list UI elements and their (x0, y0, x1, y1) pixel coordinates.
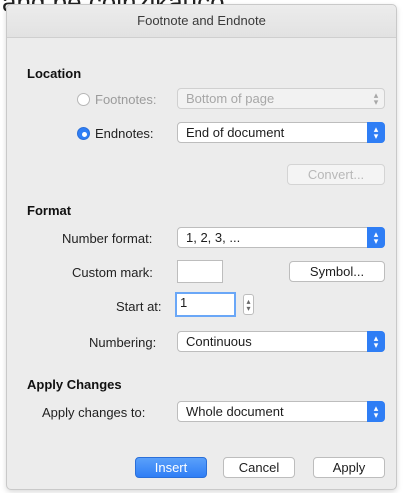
insert-button[interactable]: Insert (135, 457, 207, 478)
footnotes-label: Footnotes: (95, 92, 157, 107)
footnote-endnote-dialog: Footnote and Endnote Location Footnotes:… (6, 4, 397, 490)
start-at-label: Start at: (116, 299, 162, 314)
apply-changes-heading: Apply Changes (27, 377, 122, 392)
select-arrows-icon: ▴ ▾ (373, 89, 379, 107)
apply-button[interactable]: Apply (313, 457, 385, 478)
numbering-value: Continuous (186, 334, 252, 349)
number-format-select[interactable]: 1, 2, 3, ... ▴ ▾ (177, 227, 385, 248)
format-heading: Format (27, 203, 72, 218)
endnotes-position-value: End of document (186, 125, 285, 140)
select-arrows-icon: ▴ ▾ (367, 401, 385, 422)
start-at-input[interactable]: 1 (175, 292, 236, 317)
select-arrows-icon: ▴ ▾ (367, 122, 385, 143)
numbering-label: Numbering: (89, 335, 157, 350)
number-format-value: 1, 2, 3, ... (186, 230, 241, 245)
endnotes-radio[interactable] (77, 127, 90, 140)
footnotes-position-value: Bottom of page (186, 91, 275, 106)
dialog-title: Footnote and Endnote (7, 5, 396, 38)
endnotes-position-select[interactable]: End of document ▴ ▾ (177, 122, 385, 143)
apply-changes-to-label: Apply changes to: (42, 405, 146, 420)
location-heading: Location (27, 66, 82, 81)
select-arrows-icon: ▴ ▾ (367, 227, 385, 248)
custom-mark-label: Custom mark: (72, 265, 153, 280)
number-format-label: Number format: (62, 231, 153, 246)
symbol-button[interactable]: Symbol... (289, 261, 385, 282)
apply-changes-to-value: Whole document (186, 404, 284, 419)
cancel-button[interactable]: Cancel (223, 457, 295, 478)
endnotes-label: Endnotes: (95, 126, 154, 141)
select-arrows-icon: ▴ ▾ (367, 331, 385, 352)
numbering-select[interactable]: Continuous ▴ ▾ (177, 331, 385, 352)
footnotes-radio[interactable] (77, 93, 90, 106)
footnotes-position-select[interactable]: Bottom of page ▴ ▾ (177, 88, 385, 109)
start-at-stepper[interactable]: ▴ ▾ (243, 294, 254, 315)
apply-changes-to-select[interactable]: Whole document ▴ ▾ (177, 401, 385, 422)
convert-button[interactable]: Convert... (287, 164, 385, 185)
custom-mark-input[interactable] (177, 260, 223, 283)
